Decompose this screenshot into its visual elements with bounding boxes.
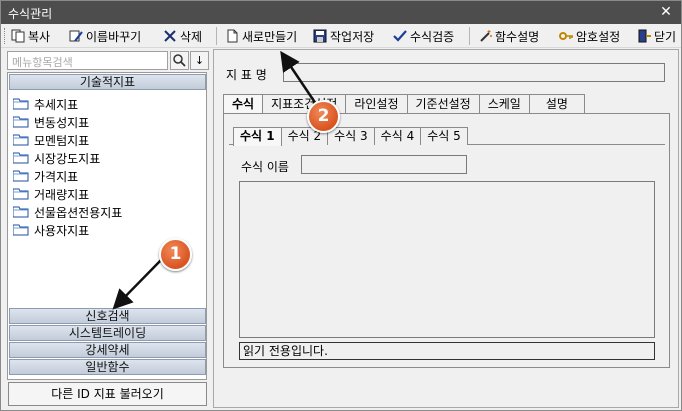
formula-manager-window: 수식관리 ✕ 복사 이름바꾸기 삭제 새로만들기 작업저장 수식검증 함수설명 …: [0, 0, 682, 411]
annotation-arrows: [112, 50, 318, 310]
arrow-to-signal-search: [112, 257, 164, 310]
callout-marker-2: 2: [307, 100, 340, 133]
callout-marker-1: 1: [159, 238, 192, 271]
arrow-to-new-button: [280, 50, 318, 105]
